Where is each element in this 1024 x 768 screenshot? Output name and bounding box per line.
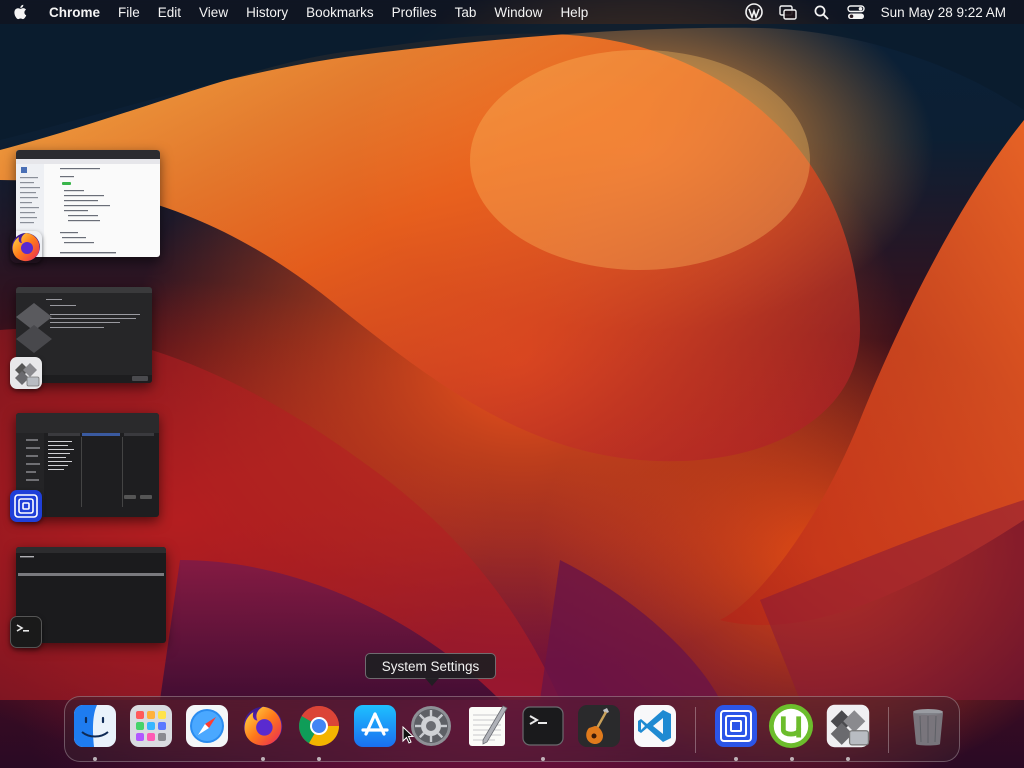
blue-square-app-icon bbox=[10, 490, 42, 522]
terminal-icon bbox=[10, 616, 42, 648]
blue-square-app-icon bbox=[715, 705, 757, 747]
menu-clock[interactable]: Sun May 28 9:22 AM bbox=[873, 5, 1014, 20]
dock-system-settings[interactable] bbox=[408, 703, 454, 749]
firefox-icon bbox=[10, 231, 42, 263]
terminal-icon bbox=[522, 706, 564, 746]
dock bbox=[64, 696, 960, 762]
menu-history[interactable]: History bbox=[237, 0, 297, 24]
screen-mirror-icon[interactable] bbox=[771, 0, 805, 24]
running-indicator bbox=[790, 757, 794, 761]
dock-launchpad[interactable] bbox=[128, 703, 174, 749]
running-indicator bbox=[846, 757, 850, 761]
control-center-icon[interactable] bbox=[839, 0, 873, 24]
dock-terminal[interactable] bbox=[520, 703, 566, 749]
dock-utorrent[interactable] bbox=[768, 703, 814, 749]
dock-safari[interactable] bbox=[184, 703, 230, 749]
app-store-icon bbox=[354, 705, 396, 747]
vscode-icon bbox=[634, 705, 676, 747]
desktop-wallpaper bbox=[0, 0, 1024, 768]
dock-separator bbox=[888, 707, 889, 753]
menu-profiles[interactable]: Profiles bbox=[383, 0, 446, 24]
spotlight-search-icon[interactable] bbox=[805, 0, 839, 24]
dock-separator bbox=[695, 707, 696, 753]
menu-app-name[interactable]: Chrome bbox=[40, 0, 109, 24]
textedit-icon bbox=[469, 705, 508, 746]
dock-blue-square-app[interactable] bbox=[713, 703, 759, 749]
utorrent-icon bbox=[768, 703, 814, 749]
running-indicator bbox=[317, 757, 321, 761]
dock-vscode[interactable] bbox=[632, 703, 678, 749]
system-settings-icon bbox=[411, 706, 451, 746]
dock-firefox[interactable] bbox=[240, 703, 286, 749]
menu-bar: Chrome File Edit View History Bookmarks … bbox=[0, 0, 1024, 24]
dock-bootcamp[interactable] bbox=[825, 703, 871, 749]
menu-edit[interactable]: Edit bbox=[149, 0, 190, 24]
bootcamp-icon bbox=[10, 357, 42, 389]
bootcamp-icon bbox=[826, 704, 870, 748]
chrome-icon bbox=[299, 706, 339, 746]
dock-finder[interactable] bbox=[72, 703, 118, 749]
dock-app-store[interactable] bbox=[352, 703, 398, 749]
garageband-icon bbox=[578, 705, 620, 747]
menu-tab[interactable]: Tab bbox=[446, 0, 486, 24]
menu-file[interactable]: File bbox=[109, 0, 149, 24]
apple-menu-icon[interactable] bbox=[0, 0, 40, 24]
running-indicator bbox=[93, 757, 97, 761]
menu-help[interactable]: Help bbox=[551, 0, 597, 24]
running-indicator bbox=[541, 757, 545, 761]
firefox-icon bbox=[243, 706, 283, 746]
dock-tooltip-arrow bbox=[425, 678, 439, 686]
trash-icon bbox=[913, 709, 943, 746]
finder-icon bbox=[74, 705, 116, 747]
launchpad-icon bbox=[130, 705, 172, 747]
dock-textedit[interactable] bbox=[464, 703, 510, 749]
running-indicator bbox=[261, 757, 265, 761]
dock-trash[interactable] bbox=[905, 703, 951, 749]
mouse-cursor-icon bbox=[402, 726, 414, 744]
dock-garageband[interactable] bbox=[576, 703, 622, 749]
dock-chrome[interactable] bbox=[296, 703, 342, 749]
menu-view[interactable]: View bbox=[190, 0, 237, 24]
running-indicator bbox=[734, 757, 738, 761]
dock-tooltip: System Settings bbox=[365, 653, 496, 679]
menu-window[interactable]: Window bbox=[485, 0, 551, 24]
safari-icon bbox=[186, 705, 228, 747]
wordpress-icon[interactable] bbox=[737, 0, 771, 24]
menu-bookmarks[interactable]: Bookmarks bbox=[297, 0, 383, 24]
